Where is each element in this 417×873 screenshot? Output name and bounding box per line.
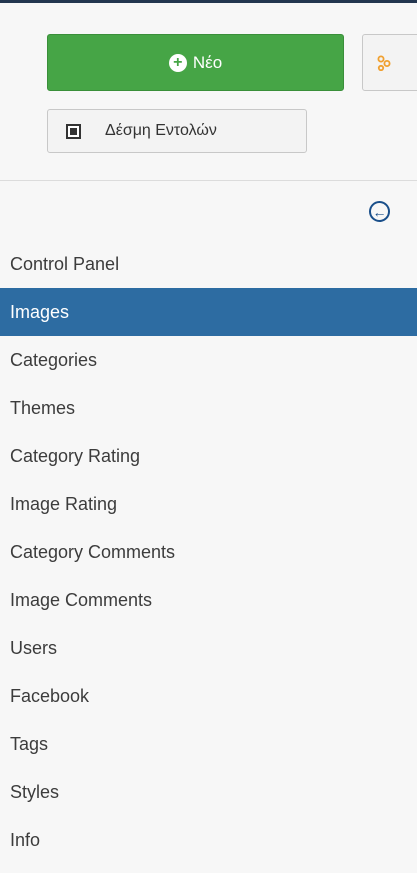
sidebar-item-category-comments[interactable]: Category Comments [0,528,417,576]
arrow-left-circle-icon[interactable]: ← [369,201,390,222]
sidebar-item-image-rating[interactable]: Image Rating [0,480,417,528]
sidebar-item-category-rating[interactable]: Category Rating [0,432,417,480]
options-button[interactable] [362,34,417,91]
sidebar-item-info[interactable]: Info [0,816,417,864]
toolbar-divider [0,180,417,181]
options-icon [377,55,391,71]
sidebar-item-users[interactable]: Users [0,624,417,672]
plus-circle-icon: + [168,53,187,72]
sidebar-item-tags[interactable]: Tags [0,720,417,768]
sidebar-item-facebook[interactable]: Facebook [0,672,417,720]
new-button-label: Νέο [192,52,223,72]
batch-button[interactable]: Δέσμη Εντολών [47,109,307,153]
new-button[interactable]: + Νέο [47,34,344,91]
sidebar-submenu: Control Panel Images Categories Themes C… [0,240,417,864]
sidebar-item-styles[interactable]: Styles [0,768,417,816]
checkbox-icon [66,123,81,139]
sidebar-item-categories[interactable]: Categories [0,336,417,384]
sidebar-item-images[interactable]: Images [0,288,417,336]
toolbar: + Νέο Δέσμη Εντολών [0,3,417,180]
sidebar-item-image-comments[interactable]: Image Comments [0,576,417,624]
sidebar-item-themes[interactable]: Themes [0,384,417,432]
sidebar-item-control-panel[interactable]: Control Panel [0,240,417,288]
batch-button-label: Δέσμη Εντολών [105,122,217,139]
